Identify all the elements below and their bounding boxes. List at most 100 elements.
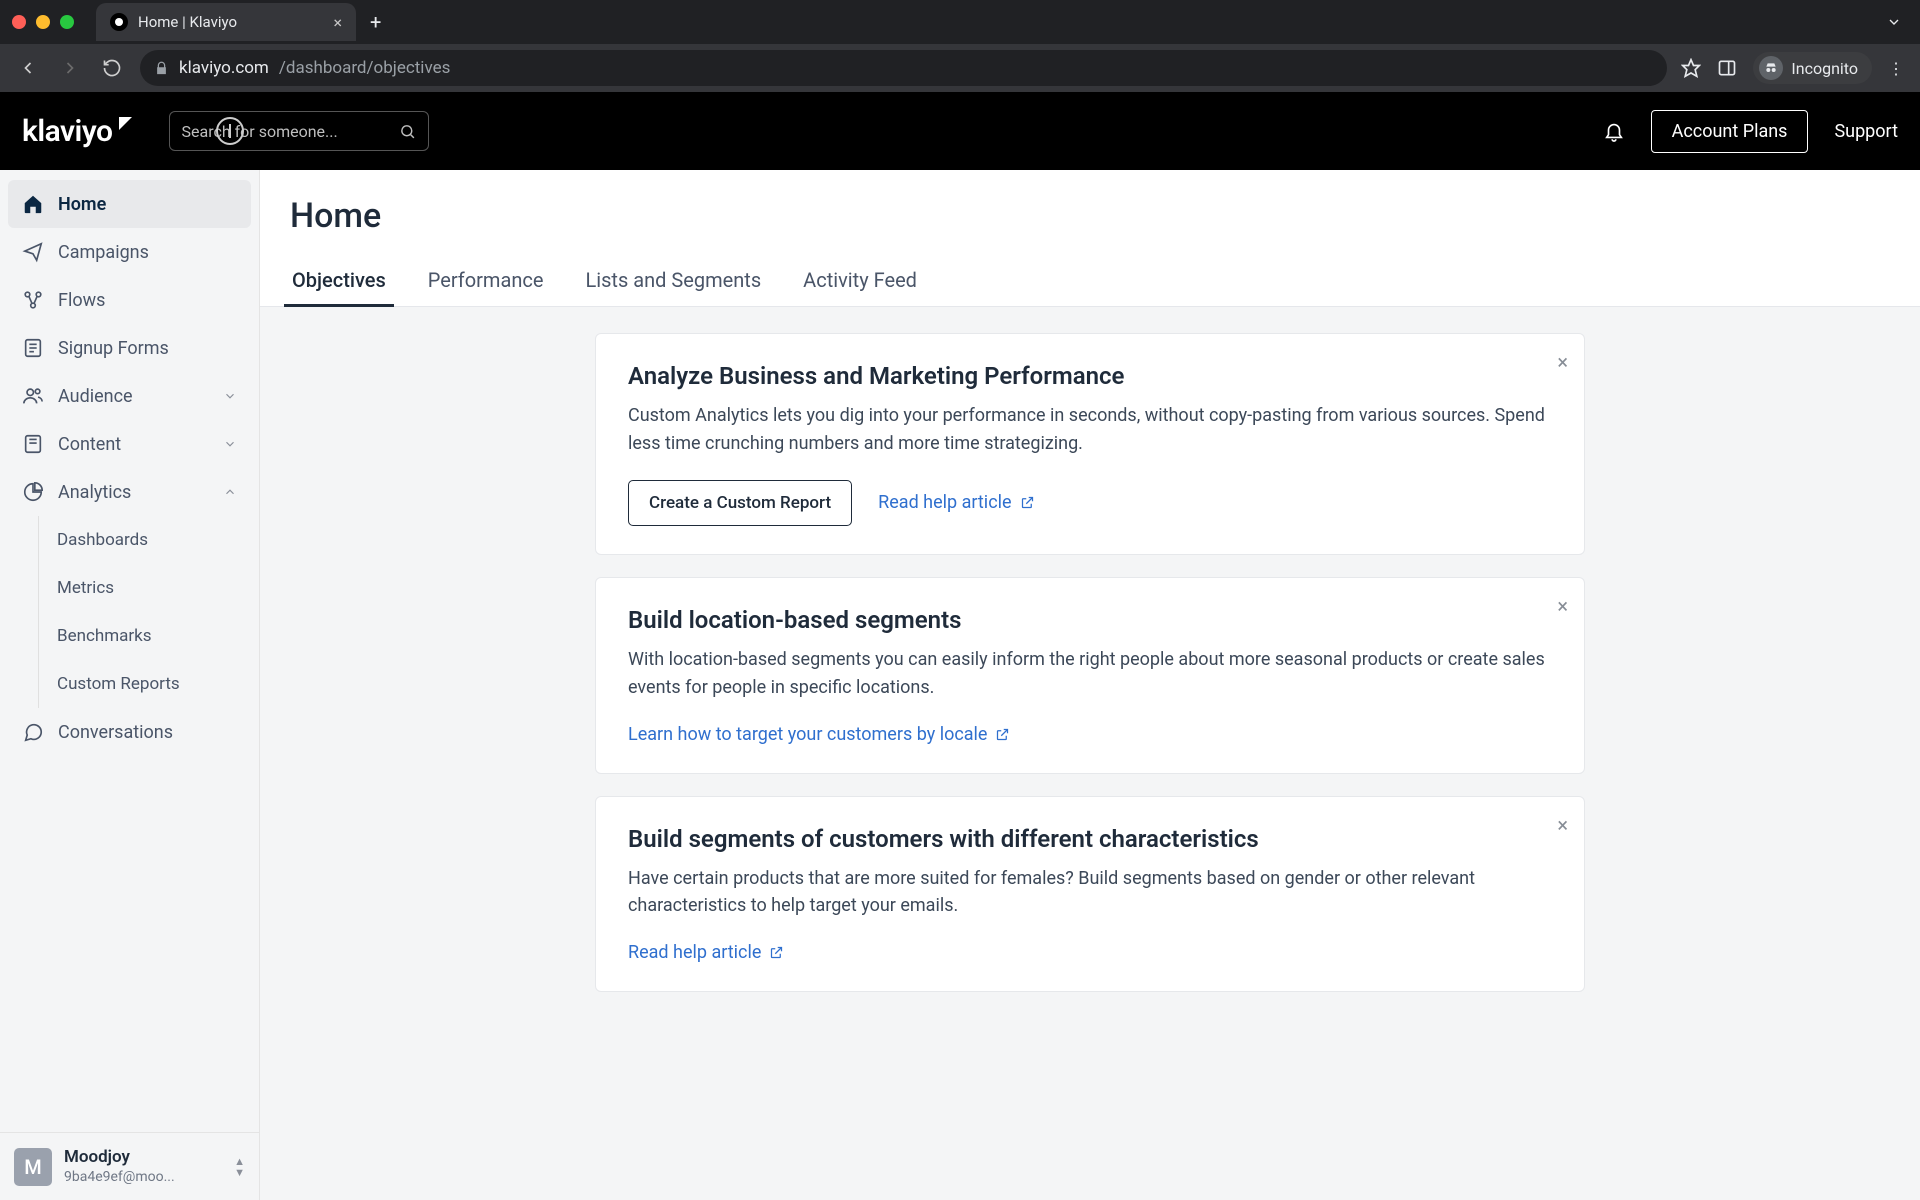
- content-header: Home Objectives Performance Lists and Se…: [260, 170, 1920, 307]
- card-location-segments: × Build location-based segments With loc…: [595, 577, 1585, 774]
- sidebar-sub-dashboards[interactable]: Dashboards: [39, 516, 251, 564]
- sidebar-item-forms[interactable]: Signup Forms: [8, 324, 251, 372]
- chevron-down-icon: [223, 389, 237, 403]
- sidebar-item-label: Audience: [58, 386, 133, 407]
- conversations-icon: [22, 721, 44, 743]
- sidebar-sub-benchmarks[interactable]: Benchmarks: [39, 612, 251, 660]
- content-body: × Analyze Business and Marketing Perform…: [260, 307, 1920, 1200]
- sidebar-item-label: Home: [58, 194, 106, 215]
- sidebar-item-analytics[interactable]: Analytics: [8, 468, 251, 516]
- flows-icon: [22, 289, 44, 311]
- home-icon: [22, 193, 44, 215]
- help-article-link[interactable]: Read help article: [878, 492, 1034, 513]
- card-actions: Learn how to target your customers by lo…: [628, 724, 1552, 745]
- sidebar-item-label: Campaigns: [58, 242, 149, 263]
- close-icon[interactable]: ×: [1557, 813, 1568, 837]
- tab-objectives[interactable]: Objectives: [290, 254, 388, 306]
- chevron-down-icon: [223, 437, 237, 451]
- browser-chrome: Home | Klaviyo × + klaviyo.com/dashboard…: [0, 0, 1920, 92]
- card-body: Have certain products that are more suit…: [628, 865, 1552, 921]
- minimize-window-icon[interactable]: [36, 15, 50, 29]
- sidebar-item-label: Signup Forms: [58, 338, 169, 359]
- sidebar-item-label: Conversations: [58, 722, 173, 743]
- sort-chevrons-icon: ▲▼: [234, 1156, 245, 1178]
- lock-icon: [154, 61, 169, 76]
- bell-icon[interactable]: [1603, 120, 1625, 142]
- sidebar-item-audience[interactable]: Audience: [8, 372, 251, 420]
- sidebar-item-campaigns[interactable]: Campaigns: [8, 228, 251, 276]
- sidebar-item-content[interactable]: Content: [8, 420, 251, 468]
- forward-button[interactable]: [56, 54, 84, 82]
- page-title: Home: [290, 196, 1890, 236]
- analytics-icon: [22, 481, 44, 503]
- card-actions: Create a Custom Report Read help article: [628, 480, 1552, 526]
- external-link-icon: [1020, 495, 1035, 510]
- address-bar-row: klaviyo.com/dashboard/objectives Incogni…: [0, 44, 1920, 92]
- forms-icon: [22, 337, 44, 359]
- tab-close-icon[interactable]: ×: [333, 13, 342, 32]
- create-report-button[interactable]: Create a Custom Report: [628, 480, 852, 526]
- link-label: Read help article: [628, 942, 761, 963]
- incognito-label: Incognito: [1791, 59, 1858, 78]
- account-plans-button[interactable]: Account Plans: [1651, 110, 1809, 153]
- tab-performance[interactable]: Performance: [426, 254, 546, 306]
- sidebar-sub-metrics[interactable]: Metrics: [39, 564, 251, 612]
- content-icon: [22, 433, 44, 455]
- text-cursor-indicator: [216, 117, 244, 145]
- card-actions: Read help article: [628, 942, 1552, 963]
- star-icon[interactable]: [1681, 58, 1701, 78]
- card-title: Build location-based segments: [628, 606, 1552, 634]
- locale-targeting-link[interactable]: Learn how to target your customers by lo…: [628, 724, 1010, 745]
- external-link-icon: [769, 945, 784, 960]
- close-icon[interactable]: ×: [1557, 594, 1568, 618]
- support-link[interactable]: Support: [1834, 121, 1898, 142]
- content: Home Objectives Performance Lists and Se…: [260, 170, 1920, 1200]
- sidebar-item-flows[interactable]: Flows: [8, 276, 251, 324]
- profile-email: 9ba4e9ef@moo...: [64, 1169, 175, 1187]
- link-label: Read help article: [878, 492, 1011, 513]
- search-input[interactable]: [182, 122, 389, 141]
- sidebar-sub-custom-reports[interactable]: Custom Reports: [39, 660, 251, 708]
- url-path: /dashboard/objectives: [279, 58, 451, 78]
- browser-right-icons: Incognito ⋮: [1681, 52, 1906, 84]
- reload-button[interactable]: [98, 54, 126, 82]
- tabs-row: Objectives Performance Lists and Segment…: [290, 254, 1890, 306]
- profile-switcher[interactable]: M Moodjoy 9ba4e9ef@moo... ▲▼: [0, 1132, 259, 1200]
- url-bar[interactable]: klaviyo.com/dashboard/objectives: [140, 50, 1667, 86]
- logo-text: klaviyo: [22, 114, 113, 149]
- close-icon[interactable]: ×: [1557, 350, 1568, 374]
- sidebar: Home Campaigns Flows: [0, 170, 260, 1200]
- tab-lists-segments[interactable]: Lists and Segments: [583, 254, 763, 306]
- help-article-link[interactable]: Read help article: [628, 942, 784, 963]
- profile-name: Moodjoy: [64, 1147, 175, 1168]
- klaviyo-logo[interactable]: klaviyo: [22, 114, 133, 149]
- card-body: Custom Analytics lets you dig into your …: [628, 402, 1552, 458]
- logo-flag-icon: [119, 117, 133, 131]
- chevron-up-icon: [223, 485, 237, 499]
- global-search[interactable]: [169, 111, 429, 151]
- maximize-window-icon[interactable]: [60, 15, 74, 29]
- sidebar-item-label: Flows: [58, 290, 105, 311]
- sidebar-item-label: Analytics: [58, 482, 131, 503]
- chevron-down-icon[interactable]: [1886, 14, 1902, 30]
- browser-tab[interactable]: Home | Klaviyo ×: [96, 3, 356, 41]
- sidebar-item-home[interactable]: Home: [8, 180, 251, 228]
- audience-icon: [22, 385, 44, 407]
- external-link-icon: [995, 727, 1010, 742]
- profile-meta: Moodjoy 9ba4e9ef@moo...: [64, 1147, 175, 1186]
- window-controls: [12, 15, 74, 29]
- incognito-badge[interactable]: Incognito: [1753, 52, 1872, 84]
- close-window-icon[interactable]: [12, 15, 26, 29]
- new-tab-button[interactable]: +: [356, 10, 395, 34]
- side-nav: Home Campaigns Flows: [0, 170, 259, 1132]
- app-header: klaviyo Account Plans Support: [0, 92, 1920, 170]
- sidebar-item-conversations[interactable]: Conversations: [8, 708, 251, 756]
- tab-activity-feed[interactable]: Activity Feed: [801, 254, 919, 306]
- card-body: With location-based segments you can eas…: [628, 646, 1552, 702]
- kebab-menu-icon[interactable]: ⋮: [1888, 59, 1906, 78]
- avatar: M: [14, 1148, 52, 1186]
- campaigns-icon: [22, 241, 44, 263]
- panel-icon[interactable]: [1717, 58, 1737, 78]
- app: klaviyo Account Plans Support: [0, 92, 1920, 1200]
- back-button[interactable]: [14, 54, 42, 82]
